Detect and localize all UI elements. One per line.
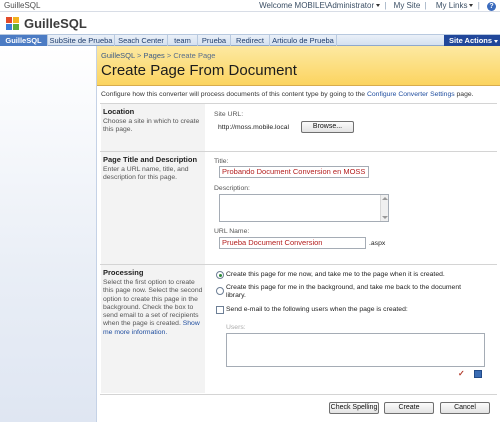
help-icon[interactable]: ? [487,2,496,11]
sharepoint-logo-icon [6,17,19,30]
tab-team[interactable]: team [168,35,198,46]
breadcrumb-separator: > [137,51,142,60]
check-names-icon[interactable]: ✓ [458,369,465,378]
description-textarea[interactable] [219,194,389,222]
page-title-area: GuilleSQL > Pages > Create Page Create P… [97,46,500,86]
processing-section-info: Processing Select the first option to cr… [101,265,205,393]
tab-articulo-de-prueba[interactable]: Articulo de Prueba [270,35,337,46]
create-now-radio[interactable] [216,271,224,279]
check-spelling-button[interactable]: Check Spelling [329,402,379,414]
breadcrumb-pages[interactable]: Pages [143,51,164,60]
title-label: Title: [214,158,229,165]
page-title: Create Page From Document [101,62,297,79]
tab-subsite-de-prueba[interactable]: SubSite de Prueba [48,35,115,46]
chevron-down-icon [494,39,499,43]
site-header: GuilleSQL [0,12,500,34]
chevron-down-icon [469,4,474,8]
processing-heading: Processing [103,268,144,277]
page-title-description: Enter a URL name, title, and description… [103,166,189,182]
description-label: Description: [214,185,250,192]
url-suffix: .aspx [369,240,386,247]
site-actions-menu[interactable]: Site Actions [444,35,500,46]
welcome-label: Welcome MOBILE\Administrator [259,1,375,10]
my-site-link[interactable]: My Site [394,1,421,10]
page-description: Configure how this converter will proces… [101,91,497,98]
left-navigation [0,46,97,422]
create-now-label: Create this page for me now, and take me… [226,271,445,278]
site-url-value: http://moss.mobile.local [218,124,290,131]
site-url-label: Site URL: [214,111,244,118]
browse-button[interactable]: Browse... [301,121,354,133]
separator: | [477,1,480,10]
title-input[interactable]: Probando Document Conversion en MOSS [219,166,369,178]
configure-converter-link[interactable]: Configure Converter Settings [367,91,455,98]
breadcrumb-separator: > [166,51,172,60]
tab-prueba[interactable]: Prueba [198,35,231,46]
scrollbar[interactable] [380,195,388,221]
send-email-checkbox[interactable] [216,306,224,314]
send-email-label: Send e-mail to the following users when … [226,306,408,313]
separator: | [424,1,427,10]
cancel-button[interactable]: Cancel [440,402,490,414]
location-description: Choose a site in which to create this pa… [103,118,200,134]
welcome-menu[interactable]: Welcome MOBILE\Administrator [257,1,381,10]
breadcrumb-current: Create Page [173,51,216,60]
create-background-radio[interactable] [216,287,224,295]
description-suffix: page. [456,91,474,98]
users-label: Users: [226,324,246,331]
create-background-label: Create this page for me in the backgroun… [226,284,462,300]
tab-redirect[interactable]: Redirect [231,35,270,46]
url-name-input[interactable]: Prueba Document Conversion [219,237,366,249]
create-button[interactable]: Create [384,402,434,414]
my-links-label: My Links [435,1,468,10]
top-navigation: GuilleSQL SubSite de Prueba Seach Center… [0,34,500,46]
tab-seach-center[interactable]: Seach Center [115,35,168,46]
users-input[interactable] [226,333,485,367]
site-title: GuilleSQL [24,16,87,31]
location-heading: Location [103,107,135,116]
breadcrumb: GuilleSQL > Pages > Create Page [101,51,215,60]
url-name-label: URL Name: [214,228,250,235]
description-text: Configure how this converter will proces… [101,91,366,98]
processing-description: Select the first option to create this p… [103,279,203,337]
scroll-up-icon [382,197,388,200]
top-bar: GuilleSQL Welcome MOBILE\Administrator |… [0,0,500,12]
section-divider [100,394,497,395]
tab-guillesql[interactable]: GuilleSQL [0,35,48,46]
page-title-heading: Page Title and Description [103,155,198,164]
my-links-menu[interactable]: My Links [434,1,474,10]
location-section-info: Location Choose a site in which to creat… [101,104,205,151]
chevron-down-icon [376,4,381,8]
page-title-section-info: Page Title and Description Enter a URL n… [101,152,205,264]
address-book-icon[interactable] [474,370,482,378]
separator: | [384,1,387,10]
site-name-link[interactable]: GuilleSQL [4,1,40,10]
breadcrumb-root[interactable]: GuilleSQL [101,51,135,60]
site-actions-label: Site Actions [449,36,493,45]
scroll-down-icon [382,216,388,219]
top-links: Welcome MOBILE\Administrator | My Site |… [255,1,496,11]
